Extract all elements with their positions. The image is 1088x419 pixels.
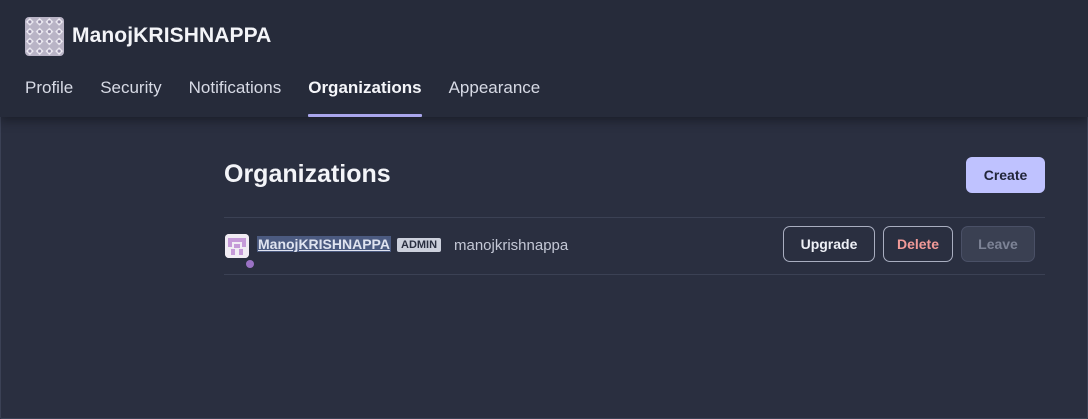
delete-button[interactable]: Delete xyxy=(883,226,953,262)
tab-security[interactable]: Security xyxy=(100,78,161,117)
tab-notifications[interactable]: Notifications xyxy=(189,78,282,117)
settings-tabs: Profile Security Notifications Organizat… xyxy=(25,78,540,117)
user-avatar-icon xyxy=(25,17,64,56)
tab-profile[interactable]: Profile xyxy=(25,78,73,117)
org-avatar-icon xyxy=(225,234,249,258)
org-name-link[interactable]: ManojKRISHNAPPA xyxy=(257,236,391,252)
status-dot xyxy=(246,260,254,268)
page-title: Organizations xyxy=(224,160,391,188)
tab-appearance[interactable]: Appearance xyxy=(449,78,541,117)
organization-row: ManojKRISHNAPPA ADMIN manojkrishnappa Up… xyxy=(224,218,1045,274)
org-handle: manojkrishnappa xyxy=(454,237,569,254)
divider xyxy=(224,274,1045,275)
account-header: ManojKRISHNAPPA Profile Security Notific… xyxy=(0,0,1088,117)
leave-button[interactable]: Leave xyxy=(961,226,1035,262)
tab-organizations[interactable]: Organizations xyxy=(308,78,422,117)
role-badge: ADMIN xyxy=(397,238,442,252)
upgrade-button[interactable]: Upgrade xyxy=(783,226,875,262)
user-display-name: ManojKRISHNAPPA xyxy=(72,24,272,47)
create-organization-button[interactable]: Create xyxy=(966,157,1045,193)
